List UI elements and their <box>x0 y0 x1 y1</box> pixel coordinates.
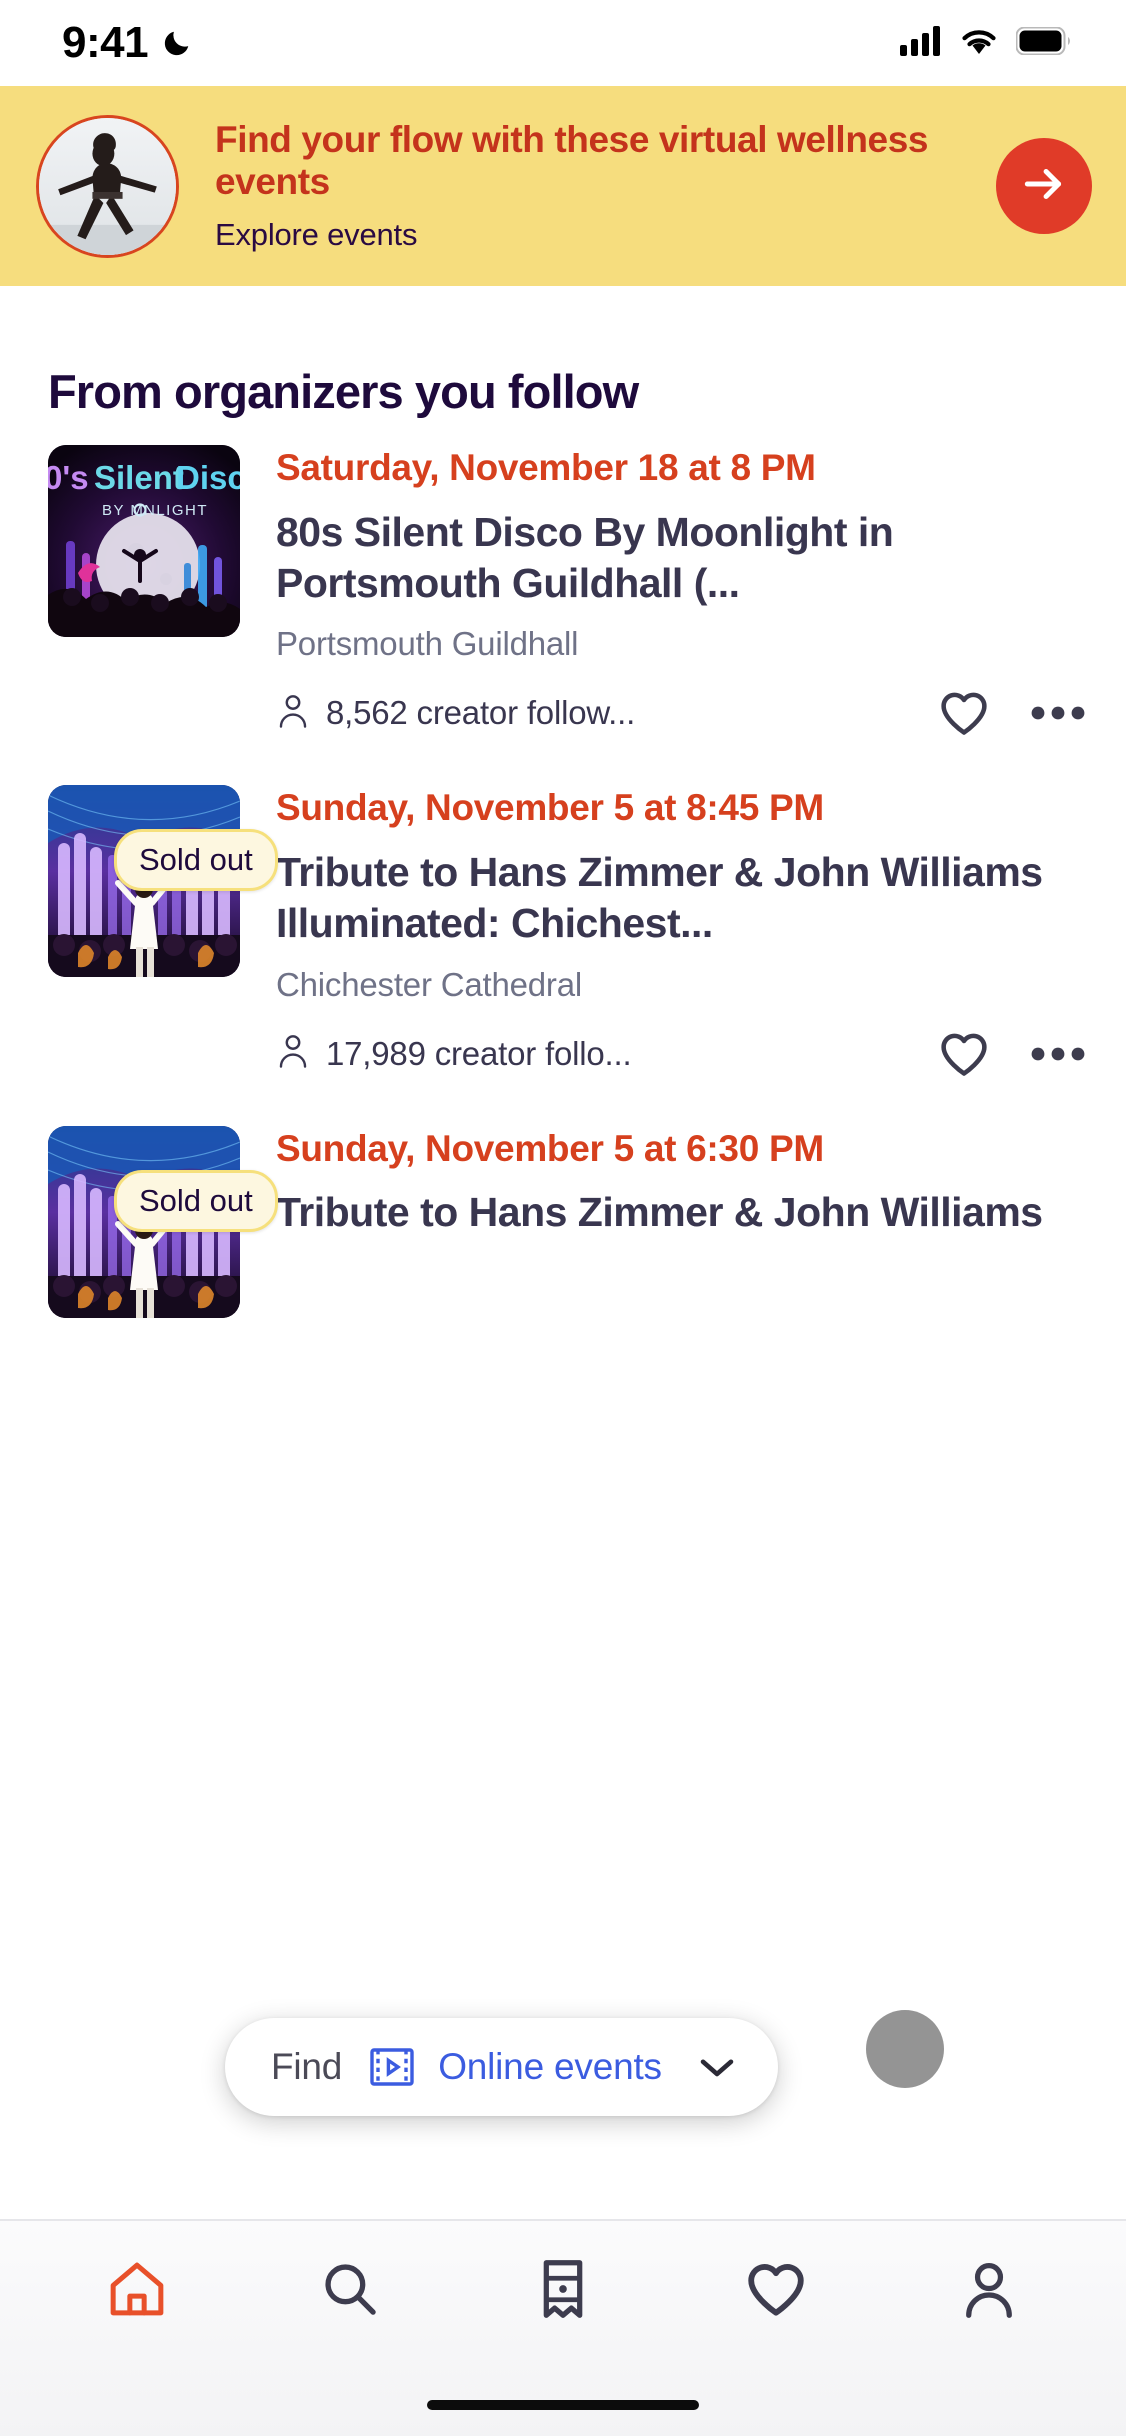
event-list: 0's Silent Disc BY M NLIGHT Saturday, No… <box>0 419 1126 1318</box>
crescent-moon-icon <box>162 28 192 58</box>
svg-text:0's: 0's <box>48 459 89 496</box>
nav-item-home[interactable] <box>77 2236 197 2346</box>
banner-subtitle: Explore events <box>215 216 418 252</box>
event-thumbnail[interactable]: 0's Silent Disc BY M NLIGHT <box>48 445 240 637</box>
person-icon <box>276 692 310 735</box>
bottom-navigation-bar <box>0 2219 1126 2436</box>
sold-out-badge: Sold out <box>114 1169 278 1232</box>
event-meta-row: 8,562 creator follow... <box>276 685 1086 741</box>
event-date: Sunday, November 5 at 8:45 PM <box>276 787 824 829</box>
person-icon <box>960 2258 1018 2325</box>
wifi-icon <box>959 26 999 61</box>
svg-text:Silent: Silent <box>94 459 184 496</box>
banner-avatar <box>36 114 179 258</box>
event-info: Saturday, November 18 at 8 PM 80s Silent… <box>276 445 1086 741</box>
svg-text:Disc: Disc <box>176 459 240 496</box>
event-date: Saturday, November 18 at 8 PM <box>276 447 816 488</box>
event-title: Tribute to Hans Zimmer & John Williams <box>276 1189 1043 1236</box>
film-strip-play-icon <box>368 2044 416 2090</box>
event-followers-group: 17,989 creator follo... <box>276 1032 920 1075</box>
banner-arrow-button[interactable] <box>996 138 1092 234</box>
section-heading: From organizers you follow <box>48 365 639 418</box>
nav-item-search[interactable] <box>290 2236 410 2346</box>
heart-outline-icon[interactable] <box>936 685 992 741</box>
arrow-right-icon <box>1019 159 1069 214</box>
event-thumbnail-wrap: 0's Silent Disc BY M NLIGHT <box>48 445 240 741</box>
status-bar-left: 9:41 <box>62 18 192 68</box>
touch-cursor-indicator <box>866 2010 944 2088</box>
nav-item-profile[interactable] <box>929 2236 1049 2346</box>
event-thumbnail-wrap: Sold out <box>48 1125 278 1318</box>
bottom-nav-items <box>0 2221 1126 2361</box>
event-actions <box>920 685 1086 741</box>
main-content: From organizers you follow 0's Silent Di… <box>0 286 1126 1318</box>
event-follower-count: 17,989 creator follo... <box>326 1034 632 1072</box>
event-meta-row: 17,989 creator follo... <box>276 1026 1086 1082</box>
nav-item-tickets[interactable] <box>503 2236 623 2346</box>
event-info: Sunday, November 5 at 6:30 PM Tribute to… <box>276 1126 1086 1318</box>
sold-out-badge: Sold out <box>114 829 278 892</box>
event-followers-group: 8,562 creator follow... <box>276 692 920 735</box>
find-events-pill[interactable]: Find Online events <box>225 2018 778 2116</box>
event-info: Sunday, November 5 at 8:45 PM Tribute to… <box>276 785 1086 1081</box>
event-card[interactable]: Sold out Sunday, November 5 at 6:30 PM T… <box>0 1125 1126 1318</box>
chevron-down-icon[interactable] <box>696 2054 738 2080</box>
banner-text-block: Find your flow with these virtual wellne… <box>205 119 970 253</box>
event-card[interactable]: Sold out Sunday, November 5 at 8:45 PM T… <box>0 785 1126 1081</box>
banner-title: Find your flow with these virtual wellne… <box>215 119 929 202</box>
heart-outline-icon[interactable] <box>936 1026 992 1082</box>
event-actions <box>920 1026 1086 1082</box>
svg-text:NLIGHT: NLIGHT <box>144 502 208 519</box>
person-icon <box>276 1032 310 1075</box>
heart-outline-icon <box>744 2260 808 2323</box>
ticket-icon <box>536 2258 590 2325</box>
nav-item-favorites[interactable] <box>716 2236 836 2346</box>
ellipsis-icon[interactable] <box>1030 1026 1086 1082</box>
search-icon <box>320 2259 380 2324</box>
find-label: Find <box>271 2046 343 2087</box>
home-indicator <box>427 2400 699 2410</box>
status-bar-right <box>900 25 1072 61</box>
promo-banner[interactable]: Find your flow with these virtual wellne… <box>0 86 1126 286</box>
event-venue: Portsmouth Guildhall <box>276 625 579 663</box>
event-thumbnail-wrap: Sold out <box>48 785 278 1081</box>
event-follower-count: 8,562 creator follow... <box>326 694 636 732</box>
event-card[interactable]: 0's Silent Disc BY M NLIGHT Saturday, No… <box>0 445 1126 741</box>
event-date: Sunday, November 5 at 6:30 PM <box>276 1127 824 1169</box>
event-title: Tribute to Hans Zimmer & John Williams I… <box>276 849 1043 947</box>
ellipsis-icon[interactable] <box>1030 685 1086 741</box>
event-venue: Chichester Cathedral <box>276 965 582 1003</box>
home-icon <box>106 2258 168 2325</box>
cellular-signal-icon <box>900 25 942 61</box>
status-bar: 9:41 <box>0 0 1126 86</box>
status-time: 9:41 <box>62 18 149 67</box>
find-selected-value: Online events <box>438 2046 662 2087</box>
event-title: 80s Silent Disco By Moonlight in Portsmo… <box>276 508 894 607</box>
battery-full-icon <box>1015 26 1072 60</box>
